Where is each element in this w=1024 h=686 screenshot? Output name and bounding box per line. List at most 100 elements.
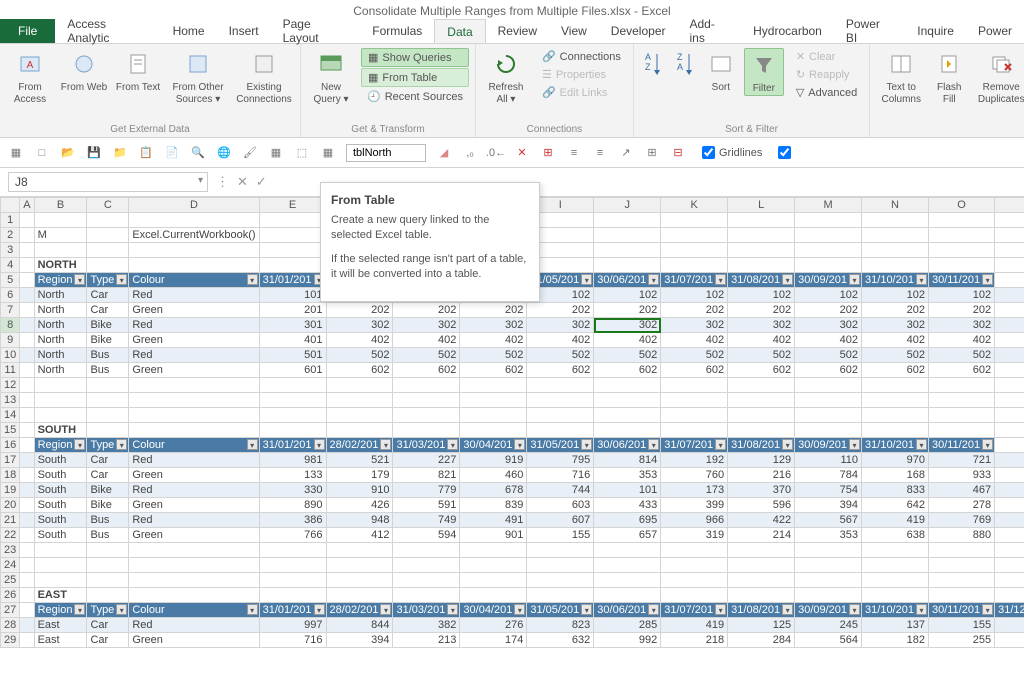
table-col-header[interactable]: 31/01/201▾ xyxy=(259,603,326,618)
qat-folder-icon[interactable]: 📁 xyxy=(112,145,128,161)
tab-access-analytic[interactable]: Access Analytic xyxy=(55,19,160,43)
cell[interactable]: 795 xyxy=(527,453,594,468)
cell[interactable] xyxy=(928,408,994,423)
cell[interactable] xyxy=(259,408,326,423)
cell[interactable]: 632 xyxy=(527,633,594,648)
cell[interactable] xyxy=(795,213,862,228)
cell[interactable] xyxy=(928,573,994,588)
cell[interactable] xyxy=(594,258,661,273)
cell[interactable]: 102 xyxy=(594,288,661,303)
cell[interactable] xyxy=(862,393,929,408)
cell[interactable] xyxy=(995,213,1024,228)
cell[interactable]: Red xyxy=(129,618,259,633)
cell[interactable] xyxy=(460,558,527,573)
cell[interactable]: 129 xyxy=(728,453,795,468)
cell[interactable]: 302 xyxy=(594,318,661,333)
col-header[interactable]: P xyxy=(995,198,1024,213)
cell[interactable] xyxy=(795,543,862,558)
col-header[interactable]: K xyxy=(661,198,728,213)
cell[interactable]: 214 xyxy=(728,528,795,543)
cell[interactable] xyxy=(20,618,34,633)
cell[interactable] xyxy=(995,348,1024,363)
cell[interactable] xyxy=(129,378,259,393)
namebox-more-icon[interactable]: ⋮ xyxy=(216,174,229,190)
from-other-button[interactable]: From Other Sources ▾ xyxy=(168,48,228,106)
cell[interactable]: 201 xyxy=(259,303,326,318)
cell[interactable] xyxy=(87,408,129,423)
table-col-header[interactable]: 30/09/201▾ xyxy=(795,438,862,453)
cell[interactable] xyxy=(129,423,259,438)
cell[interactable] xyxy=(20,573,34,588)
cell[interactable] xyxy=(87,543,129,558)
qat-brush-icon[interactable]: 🖌 xyxy=(242,145,258,161)
cell[interactable]: 460 xyxy=(460,468,527,483)
qat-globe-icon[interactable]: 🌐 xyxy=(216,145,232,161)
table-col-header[interactable]: 31/05/201▾ xyxy=(527,603,594,618)
cell[interactable]: Green xyxy=(129,468,259,483)
cell[interactable]: 394 xyxy=(795,498,862,513)
cell[interactable]: 402 xyxy=(928,333,994,348)
cell[interactable]: 602 xyxy=(928,363,994,378)
cell[interactable] xyxy=(259,213,326,228)
col-header[interactable]: 11 xyxy=(1,363,20,378)
cell[interactable] xyxy=(862,243,929,258)
col-header[interactable]: D xyxy=(129,198,259,213)
cell[interactable] xyxy=(795,558,862,573)
cell[interactable] xyxy=(594,243,661,258)
cell[interactable] xyxy=(661,558,728,573)
cell[interactable]: 491 xyxy=(460,513,527,528)
col-header[interactable]: N xyxy=(862,198,929,213)
cell[interactable]: 276 xyxy=(460,618,527,633)
table-col-header[interactable]: 31/10/201▾ xyxy=(862,603,929,618)
cell[interactable] xyxy=(129,558,259,573)
cell[interactable]: 302 xyxy=(326,318,393,333)
cell[interactable] xyxy=(661,393,728,408)
qat-comma-icon[interactable]: ,₀ xyxy=(462,145,478,161)
col-header[interactable]: L xyxy=(728,198,795,213)
tab-formulas[interactable]: Formulas xyxy=(360,19,434,43)
cell[interactable]: Green xyxy=(129,303,259,318)
col-header[interactable]: J xyxy=(594,198,661,213)
cell[interactable]: 202 xyxy=(862,303,929,318)
cell[interactable]: 31/12/2015▾ xyxy=(995,603,1024,618)
table-col-header[interactable]: 30/09/201▾ xyxy=(795,603,862,618)
cell[interactable]: 716 xyxy=(259,633,326,648)
cell[interactable]: 202 xyxy=(728,303,795,318)
cell[interactable]: 567 xyxy=(795,513,862,528)
cell[interactable] xyxy=(527,423,594,438)
cell[interactable] xyxy=(728,228,795,243)
qat-align-icon[interactable]: ≡ xyxy=(592,145,608,161)
cell[interactable]: EAST xyxy=(34,588,87,603)
cell[interactable] xyxy=(20,588,34,603)
cell[interactable]: 721 xyxy=(928,453,994,468)
cell[interactable]: 402 xyxy=(728,333,795,348)
cell[interactable]: 814 xyxy=(594,453,661,468)
cell[interactable]: 202 xyxy=(393,303,460,318)
cell[interactable]: East xyxy=(34,633,87,648)
cell[interactable]: 502 xyxy=(527,348,594,363)
cell[interactable]: SOUTH xyxy=(34,423,87,438)
cell[interactable]: Bike xyxy=(87,483,129,498)
cell[interactable] xyxy=(995,228,1024,243)
cell[interactable] xyxy=(393,408,460,423)
file-tab[interactable]: File xyxy=(0,19,55,43)
tab-powerbi[interactable]: Power BI xyxy=(834,19,905,43)
cell[interactable]: Green xyxy=(129,633,259,648)
table-col-header[interactable]: Colour▾ xyxy=(129,603,259,618)
cell[interactable] xyxy=(594,378,661,393)
cell[interactable]: 502 xyxy=(594,348,661,363)
new-query-button[interactable]: New Query ▾ xyxy=(307,48,355,106)
cell[interactable] xyxy=(20,408,34,423)
tab-home[interactable]: Home xyxy=(161,19,217,43)
qat-preview-icon[interactable]: 🔍 xyxy=(190,145,206,161)
cell[interactable] xyxy=(20,213,34,228)
cell[interactable]: 602 xyxy=(795,363,862,378)
cell[interactable] xyxy=(20,483,34,498)
cell[interactable]: 657 xyxy=(594,528,661,543)
cell[interactable]: 880 xyxy=(928,528,994,543)
cell[interactable] xyxy=(594,408,661,423)
cell[interactable] xyxy=(34,543,87,558)
cell[interactable]: 125 xyxy=(728,618,795,633)
cell[interactable]: 602 xyxy=(862,363,929,378)
cell[interactable] xyxy=(661,423,728,438)
